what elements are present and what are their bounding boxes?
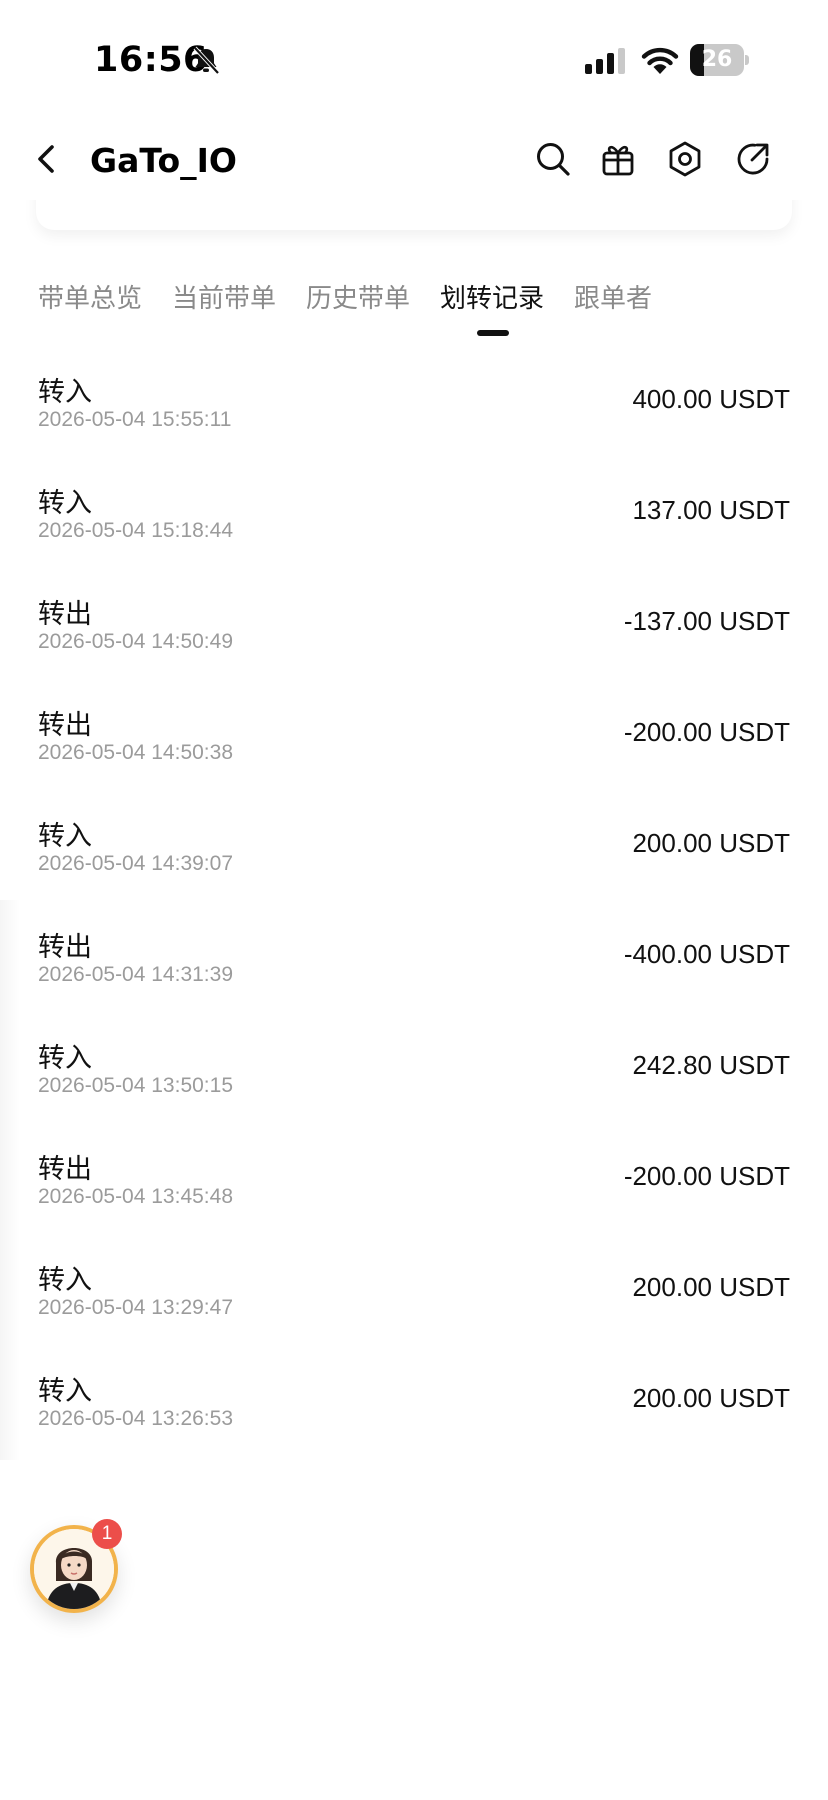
bell-muted-icon — [193, 46, 220, 75]
transfer-amount: 200.00 USDT — [632, 1272, 790, 1302]
transfer-row[interactable]: 转入 2026-05-04 14:39:07 200.00 USDT — [0, 806, 828, 916]
transfer-row[interactable]: 转入 2026-05-04 15:18:44 137.00 USDT — [0, 473, 828, 583]
notification-badge: 1 — [92, 1519, 122, 1549]
transfer-type: 转入 — [38, 488, 92, 519]
tab-bar: 带单总览 当前带单 历史带单 划转记录 跟单者 — [0, 278, 828, 348]
tab-transfer-records[interactable]: 划转记录 — [440, 278, 544, 315]
customer-service-button[interactable]: 1 — [30, 1519, 126, 1621]
transfer-time: 2026-05-04 15:18:44 — [38, 519, 233, 542]
transfer-time: 2026-05-04 13:29:47 — [38, 1296, 233, 1319]
battery-body: 26 — [690, 44, 744, 76]
page-title: GaTo_IO — [90, 141, 237, 180]
transfer-type: 转入 — [38, 1043, 92, 1074]
cellular-signal-icon — [585, 48, 625, 74]
share-icon[interactable] — [733, 139, 773, 179]
tab-history-trades[interactable]: 历史带单 — [306, 278, 410, 315]
transfer-amount: 200.00 USDT — [632, 1383, 790, 1413]
transfer-amount: 200.00 USDT — [632, 828, 790, 858]
transfer-row[interactable]: 转入 2026-05-04 13:29:47 200.00 USDT — [0, 1250, 828, 1360]
transfer-time: 2026-05-04 14:31:39 — [38, 963, 233, 986]
transfer-type: 转出 — [38, 710, 92, 741]
battery-level: 26 — [701, 47, 733, 72]
back-button[interactable] — [30, 139, 66, 179]
battery-indicator: 26 — [690, 44, 749, 76]
transfer-row[interactable]: 转出 2026-05-04 13:45:48 -200.00 USDT — [0, 1139, 828, 1249]
battery-cap — [745, 55, 749, 65]
transfer-row[interactable]: 转入 2026-05-04 15:55:11 400.00 USDT — [0, 362, 828, 472]
transfer-time: 2026-05-04 14:50:38 — [38, 741, 233, 764]
transfer-row[interactable]: 转入 2026-05-04 13:50:15 242.80 USDT — [0, 1028, 828, 1138]
transfer-type: 转出 — [38, 1154, 92, 1185]
transfer-row[interactable]: 转出 2026-05-04 14:31:39 -400.00 USDT — [0, 917, 828, 1027]
gift-icon[interactable] — [598, 139, 638, 179]
transfer-type: 转入 — [38, 821, 92, 852]
transfer-type: 转入 — [38, 1376, 92, 1407]
transfer-type: 转入 — [38, 377, 92, 408]
transfer-time: 2026-05-04 15:55:11 — [38, 408, 232, 431]
tab-overview[interactable]: 带单总览 — [38, 278, 142, 315]
top-nav-bar: GaTo_IO — [0, 125, 828, 195]
transfer-time: 2026-05-04 13:45:48 — [38, 1185, 233, 1208]
transfer-amount: -200.00 USDT — [623, 717, 790, 747]
transfer-time: 2026-05-04 14:50:49 — [38, 630, 233, 653]
active-tab-indicator — [477, 330, 509, 336]
transfer-amount: -200.00 USDT — [623, 1161, 790, 1191]
transfer-row[interactable]: 转入 2026-05-04 13:26:53 200.00 USDT — [0, 1361, 828, 1471]
search-icon[interactable] — [533, 139, 573, 179]
tab-current-trades[interactable]: 当前带单 — [172, 278, 276, 315]
wifi-icon — [641, 47, 679, 74]
status-bar: 16:56 26 — [0, 0, 828, 120]
transfer-amount: 137.00 USDT — [632, 495, 790, 525]
transfer-amount: -137.00 USDT — [623, 606, 790, 636]
transfer-row[interactable]: 转出 2026-05-04 14:50:38 -200.00 USDT — [0, 695, 828, 805]
side-drawer-shadow — [0, 900, 20, 1460]
transfer-row[interactable]: 转出 2026-05-04 14:50:49 -137.00 USDT — [0, 584, 828, 694]
transfer-time: 2026-05-04 13:50:15 — [38, 1074, 233, 1097]
transfer-type: 转入 — [38, 1265, 92, 1296]
transfer-type: 转出 — [38, 932, 92, 963]
hexagon-settings-icon[interactable] — [665, 139, 705, 179]
transfer-type: 转出 — [38, 599, 92, 630]
transfer-amount: 400.00 USDT — [632, 384, 790, 414]
tab-followers[interactable]: 跟单者 — [574, 278, 652, 315]
transfer-amount: 242.80 USDT — [632, 1050, 790, 1080]
transfer-amount: -400.00 USDT — [623, 939, 790, 969]
transfer-time: 2026-05-04 14:39:07 — [38, 852, 233, 875]
transfer-time: 2026-05-04 13:26:53 — [38, 1407, 233, 1430]
